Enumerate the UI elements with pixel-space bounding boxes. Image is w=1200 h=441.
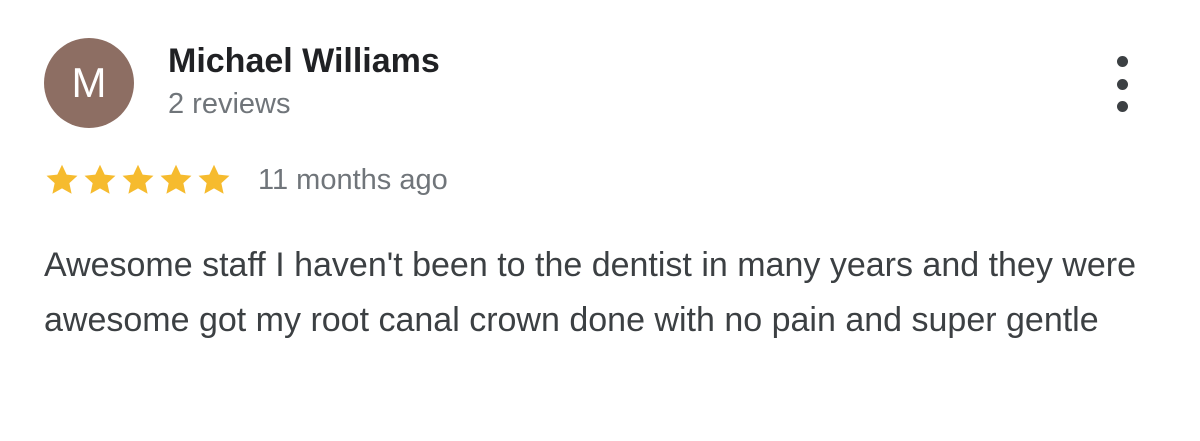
dot xyxy=(1116,78,1128,90)
star-icon xyxy=(46,164,78,194)
author-name[interactable]: Michael Williams xyxy=(168,42,440,81)
more-vert-icon xyxy=(1116,56,1128,112)
avatar[interactable]: M xyxy=(44,38,134,128)
review-count[interactable]: 2 reviews xyxy=(168,88,291,121)
dot xyxy=(1116,101,1128,112)
more-options-button[interactable] xyxy=(1104,56,1140,112)
star-icon xyxy=(160,164,192,194)
review-card: M Michael Williams 2 reviews 11 months a… xyxy=(0,0,1200,441)
star-icon xyxy=(122,164,154,194)
star-rating xyxy=(44,162,234,198)
avatar-letter: M xyxy=(71,59,107,106)
star-icon xyxy=(84,164,116,194)
review-timestamp: 11 months ago xyxy=(258,164,448,196)
review-text: Awesome staff I haven't been to the dent… xyxy=(44,246,1136,339)
dot xyxy=(1116,56,1128,67)
star-icon xyxy=(198,164,230,194)
